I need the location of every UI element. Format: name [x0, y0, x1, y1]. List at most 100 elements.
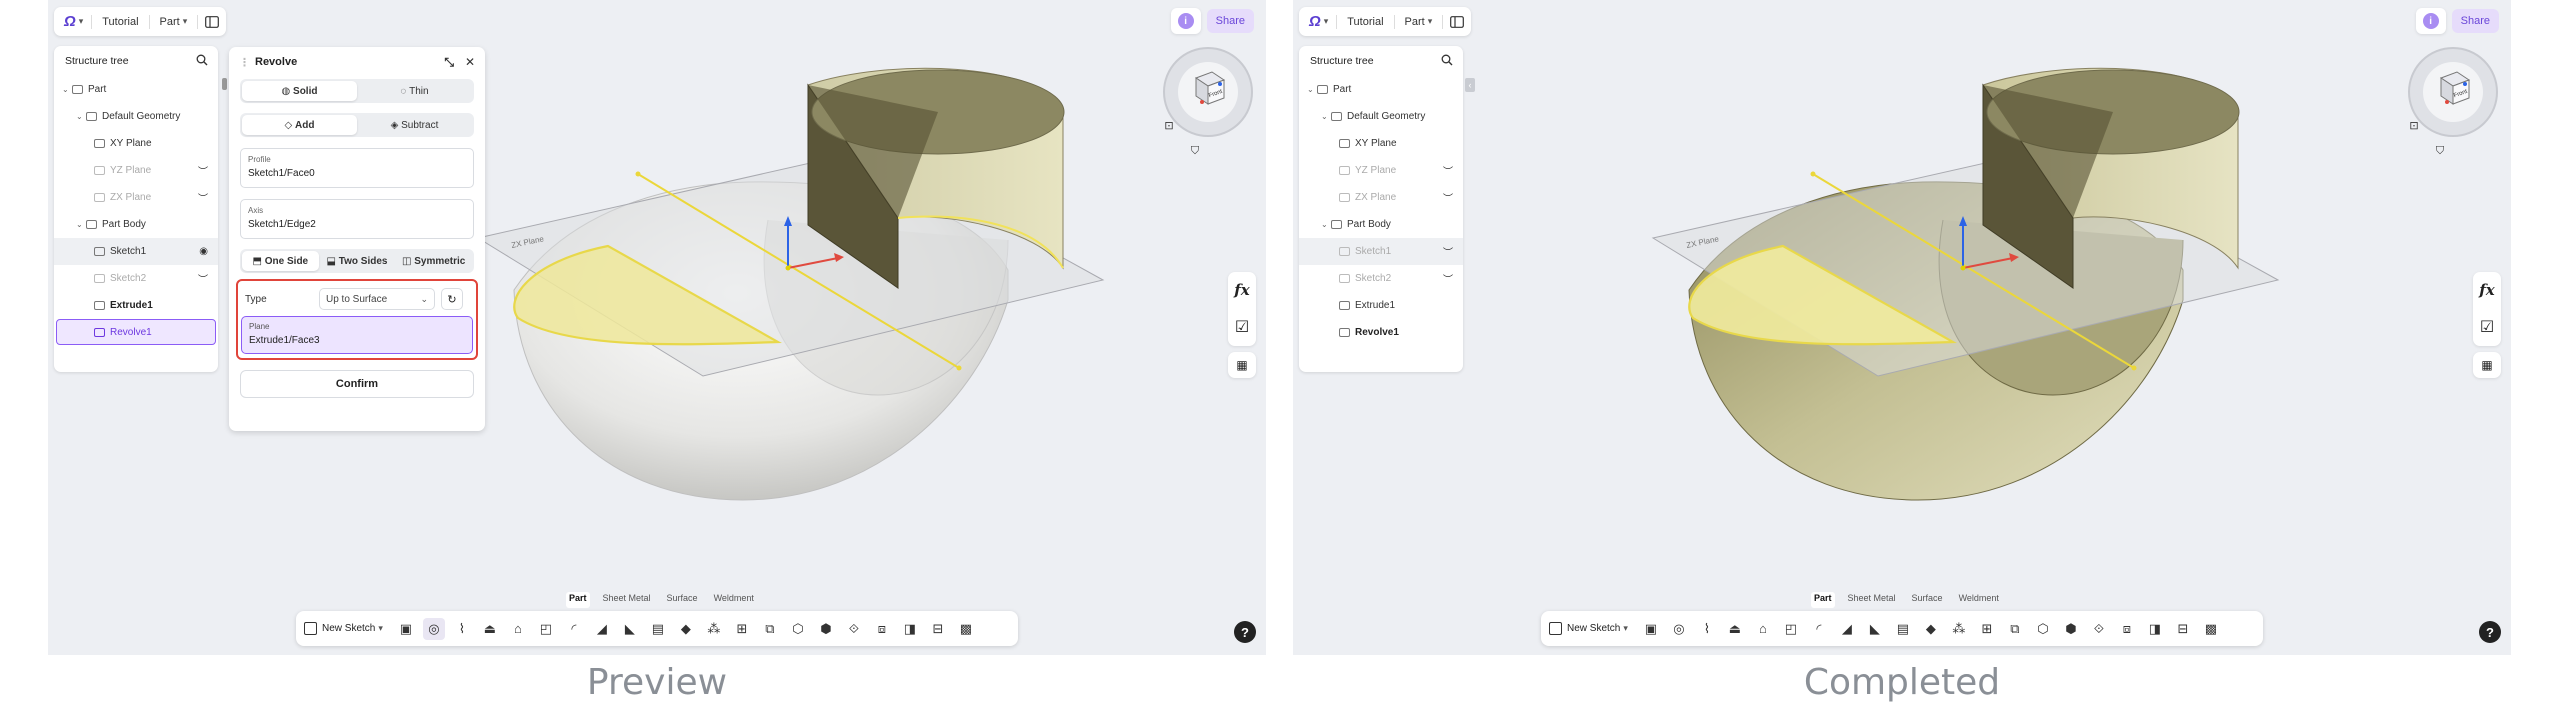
axis-field[interactable]: Axis Sketch1/Edge2: [240, 199, 474, 239]
mirror-tool-icon[interactable]: ⧉: [759, 618, 781, 640]
tree-item-revolve1[interactable]: Revolve1: [1299, 319, 1463, 346]
shell-tool-icon[interactable]: ▤: [1892, 618, 1914, 640]
eye-closed-icon[interactable]: ︶: [1443, 271, 1453, 286]
info-button[interactable]: i: [1170, 8, 1201, 34]
tree-item-part[interactable]: ⌄ Part: [54, 76, 218, 103]
app-menu-button[interactable]: Ω ▾: [54, 7, 91, 36]
tree-item-sketch1[interactable]: Sketch1 ︶: [1299, 238, 1463, 265]
tree-item-part-body[interactable]: ⌄ Part Body: [1299, 211, 1463, 238]
app-menu-button[interactable]: Ω ▾: [1299, 7, 1336, 36]
scale-tool-icon[interactable]: ⧈: [871, 618, 893, 640]
pattern-tool-icon[interactable]: ⁂: [703, 618, 725, 640]
fit-view-icon[interactable]: ⊡: [2403, 114, 2425, 136]
checklist-icon[interactable]: ☑: [2480, 317, 2494, 337]
part-dropdown[interactable]: Part ▾: [150, 7, 198, 36]
tab-sheet-metal[interactable]: Sheet Metal: [1845, 592, 1899, 608]
formula-icon[interactable]: fx: [1234, 281, 1249, 299]
collapse-panel-button[interactable]: ‹: [1465, 78, 1475, 92]
eye-closed-icon[interactable]: ︶: [1443, 190, 1453, 205]
chamfer-tool-icon[interactable]: ◢: [591, 618, 613, 640]
tree-item-xy-plane[interactable]: XY Plane: [54, 130, 218, 157]
tree-item-default-geometry[interactable]: ⌄ Default Geometry: [1299, 103, 1463, 130]
tab-weldment[interactable]: Weldment: [1956, 592, 2002, 608]
revolve-tool-icon[interactable]: ◎: [1668, 618, 1690, 640]
tab-weldment[interactable]: Weldment: [711, 592, 757, 608]
drag-handle-icon[interactable]: ⋮: [239, 56, 250, 69]
combine-tool-icon[interactable]: ⬡: [2032, 618, 2054, 640]
chamfer-tool-icon[interactable]: ◢: [1836, 618, 1858, 640]
eye-closed-icon[interactable]: ︶: [1443, 244, 1453, 259]
symmetric-option[interactable]: ◫ Symmetric: [395, 251, 472, 271]
view-settings-icon[interactable]: ⛉: [2429, 140, 2451, 162]
hole-tool-icon[interactable]: ◰: [535, 618, 557, 640]
sweep-tool-icon[interactable]: ⌇: [451, 618, 473, 640]
revolve-tool-icon[interactable]: ◎: [422, 617, 445, 640]
table-button[interactable]: ▦: [2473, 352, 2501, 378]
formula-icon[interactable]: fx: [2479, 281, 2494, 299]
tab-part[interactable]: Part: [1811, 592, 1835, 608]
search-icon[interactable]: [196, 54, 208, 69]
move-tool-icon[interactable]: ⟐: [2088, 618, 2110, 640]
search-icon[interactable]: [1441, 54, 1453, 69]
fillet-tool-icon[interactable]: ◜: [1808, 618, 1830, 640]
solid-option[interactable]: ◍ Solid: [242, 81, 357, 101]
draft-tool-icon[interactable]: ◣: [1864, 618, 1886, 640]
tab-part[interactable]: Part: [566, 592, 590, 608]
tree-item-yz-plane[interactable]: YZ Plane ︶: [1299, 157, 1463, 184]
tree-item-zx-plane[interactable]: ZX Plane ︶: [1299, 184, 1463, 211]
confirm-button[interactable]: Confirm: [240, 370, 474, 398]
profile-field[interactable]: Profile Sketch1/Face0: [240, 148, 474, 188]
new-sketch-button[interactable]: New Sketch ▾: [304, 622, 389, 635]
fillet-tool-icon[interactable]: ◜: [563, 618, 585, 640]
tree-item-zx-plane[interactable]: ZX Plane ︶: [54, 184, 218, 211]
split-tool-icon[interactable]: ⬢: [815, 618, 837, 640]
table-button[interactable]: ▦: [1228, 352, 1256, 378]
eye-closed-icon[interactable]: ︶: [198, 271, 208, 286]
subtract-option[interactable]: ◈ Subtract: [357, 115, 472, 135]
loft-tool-icon[interactable]: ⏏: [1724, 618, 1746, 640]
measure-tool-icon[interactable]: ◨: [899, 618, 921, 640]
thicken-tool-icon[interactable]: ◆: [1920, 618, 1942, 640]
share-button[interactable]: Share: [1206, 9, 1254, 33]
tab-surface[interactable]: Surface: [664, 592, 701, 608]
eye-closed-icon[interactable]: ︶: [198, 163, 208, 178]
shell-tool-icon[interactable]: ▤: [647, 618, 669, 640]
rib-tool-icon[interactable]: ⌂: [507, 618, 529, 640]
two-sides-option[interactable]: ⬓ Two Sides: [319, 251, 396, 271]
tutorial-button[interactable]: Tutorial: [92, 7, 148, 36]
render-tool-icon[interactable]: ▩: [2200, 618, 2222, 640]
measure-tool-icon[interactable]: ◨: [2144, 618, 2166, 640]
type-select[interactable]: Up to Surface ⌄: [319, 288, 435, 310]
combine-tool-icon[interactable]: ⬡: [787, 618, 809, 640]
eye-closed-icon[interactable]: ︶: [1443, 163, 1453, 178]
tab-surface[interactable]: Surface: [1909, 592, 1946, 608]
scale-tool-icon[interactable]: ⧈: [2116, 618, 2138, 640]
rib-tool-icon[interactable]: ⌂: [1752, 618, 1774, 640]
new-sketch-button[interactable]: New Sketch ▾: [1549, 622, 1634, 635]
extrude-tool-icon[interactable]: ▣: [395, 618, 417, 640]
tree-item-extrude1[interactable]: Extrude1: [1299, 292, 1463, 319]
mirror-tool-icon[interactable]: ⧉: [2004, 618, 2026, 640]
help-button[interactable]: ?: [2479, 621, 2501, 643]
info-button[interactable]: i: [2415, 8, 2446, 34]
3d-viewport[interactable]: ZX Plane: [1293, 0, 2511, 655]
eye-closed-icon[interactable]: ︶: [198, 190, 208, 205]
tree-item-revolve1[interactable]: Revolve1: [56, 319, 216, 345]
sweep-tool-icon[interactable]: ⌇: [1696, 618, 1718, 640]
draft-tool-icon[interactable]: ◣: [619, 618, 641, 640]
tree-item-sketch1[interactable]: Sketch1 ◉: [54, 238, 218, 265]
panel-resize-handle[interactable]: [222, 78, 227, 90]
pattern-tool-icon[interactable]: ⁂: [1948, 618, 1970, 640]
section-tool-icon[interactable]: ⊟: [2172, 618, 2194, 640]
add-option[interactable]: ◇ Add: [242, 115, 357, 135]
tree-item-sketch2[interactable]: Sketch2 ︶: [1299, 265, 1463, 292]
view-settings-icon[interactable]: ⛉: [1184, 140, 1206, 162]
eye-open-icon[interactable]: ◉: [199, 246, 208, 257]
tree-item-sketch2[interactable]: Sketch2 ︶: [54, 265, 218, 292]
tree-item-extrude1[interactable]: Extrude1: [54, 292, 218, 319]
tree-item-yz-plane[interactable]: YZ Plane ︶: [54, 157, 218, 184]
plane-field[interactable]: Plane Extrude1/Face3: [241, 316, 473, 354]
tree-item-part-body[interactable]: ⌄ Part Body: [54, 211, 218, 238]
thin-option[interactable]: ◌ Thin: [357, 81, 472, 101]
help-button[interactable]: ?: [1234, 621, 1256, 643]
